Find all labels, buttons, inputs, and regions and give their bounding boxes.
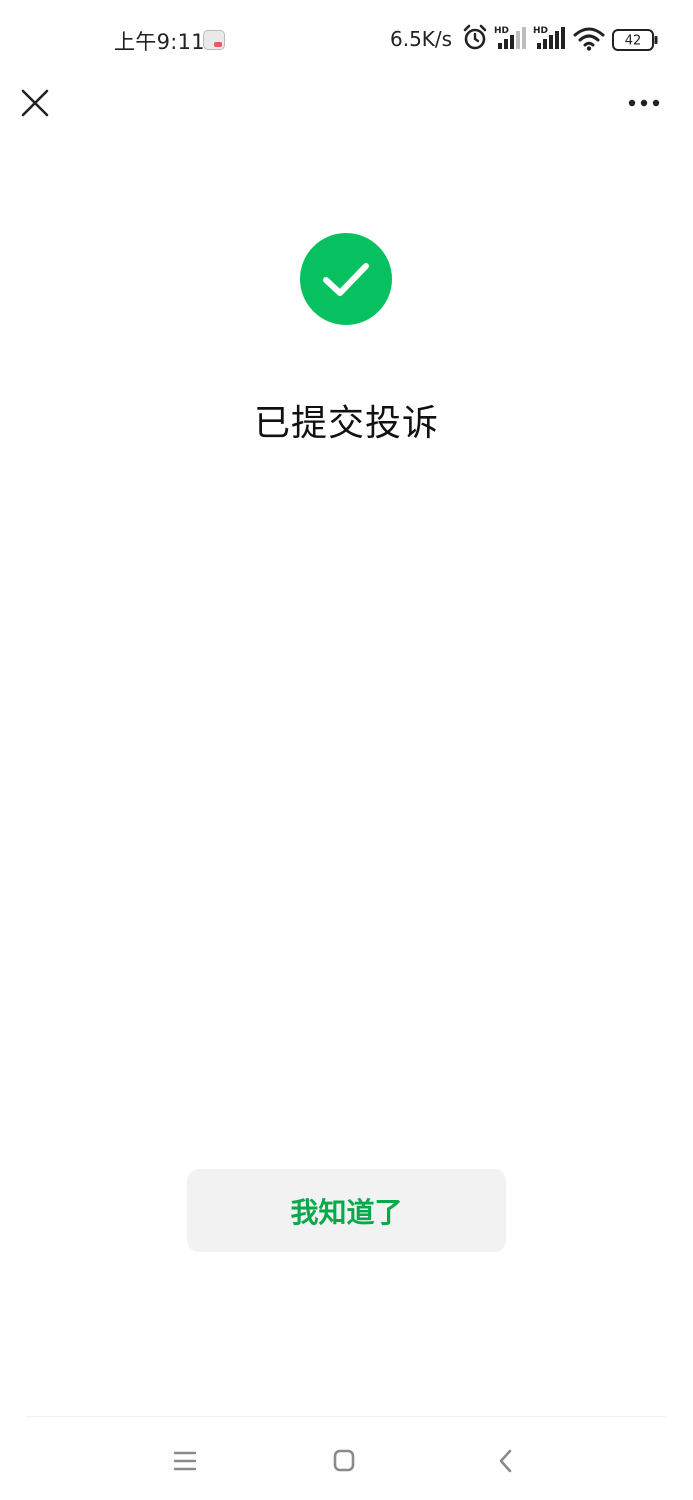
network-speed: 6.5K/s bbox=[390, 27, 453, 51]
close-icon[interactable] bbox=[18, 86, 52, 120]
title-bar bbox=[0, 70, 693, 130]
navigation-bar bbox=[0, 1416, 693, 1500]
signal-hd-icon: HD bbox=[494, 26, 526, 49]
status-bar: 上午9:11 6.5K/s HD HD 42 bbox=[0, 0, 693, 80]
acknowledge-button[interactable]: 我知道了 bbox=[187, 1169, 506, 1252]
signal-2-label: HD bbox=[533, 26, 548, 36]
signal-hd-icon: HD bbox=[533, 26, 565, 49]
back-icon[interactable] bbox=[486, 1444, 526, 1478]
result-title: 已提交投诉 bbox=[253, 403, 439, 444]
alarm-icon bbox=[463, 24, 487, 50]
menu-icon[interactable] bbox=[165, 1444, 205, 1478]
check-circle-icon bbox=[300, 233, 392, 325]
battery-level: 42 bbox=[625, 34, 642, 49]
signal-1-label: HD bbox=[494, 26, 509, 36]
app-notification-icon bbox=[203, 30, 225, 50]
wifi-icon bbox=[573, 27, 605, 51]
status-time: 上午9:11 bbox=[114, 30, 205, 54]
acknowledge-button-label: 我知道了 bbox=[290, 1195, 403, 1229]
home-icon[interactable] bbox=[324, 1444, 364, 1478]
more-icon[interactable] bbox=[622, 86, 666, 120]
nav-divider bbox=[26, 1416, 666, 1417]
battery-icon: 42 bbox=[612, 29, 658, 51]
